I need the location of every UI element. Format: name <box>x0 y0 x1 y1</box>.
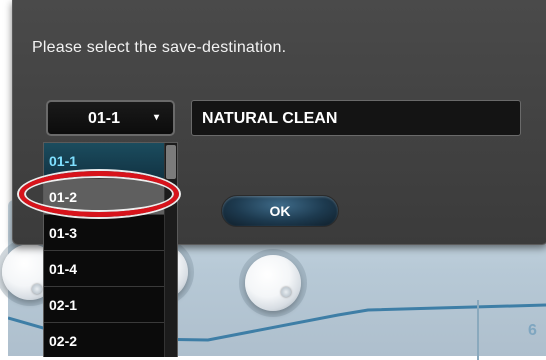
dropdown-scrollbar[interactable] <box>164 143 177 357</box>
chevron-down-icon: ▾ <box>154 112 160 123</box>
slot-select[interactable]: 01-1 ▾ <box>46 100 175 136</box>
highlight-callout-ring <box>19 171 179 217</box>
background-value: 6 <box>528 322 537 339</box>
ok-button[interactable]: OK <box>221 195 339 227</box>
dropdown-item-02-1[interactable]: 02-1 <box>44 287 164 323</box>
slot-select-value: 01-1 <box>88 110 121 127</box>
patch-name-field[interactable]: NATURAL CLEAN <box>191 100 521 136</box>
dropdown-item-01-4[interactable]: 01-4 <box>44 251 164 287</box>
dropdown-item-02-2[interactable]: 02-2 <box>44 323 164 357</box>
dropdown-item-01-3[interactable]: 01-3 <box>44 215 164 251</box>
dialog-message: Please select the save-destination. <box>32 39 287 56</box>
scrollbar-thumb[interactable] <box>166 145 176 179</box>
